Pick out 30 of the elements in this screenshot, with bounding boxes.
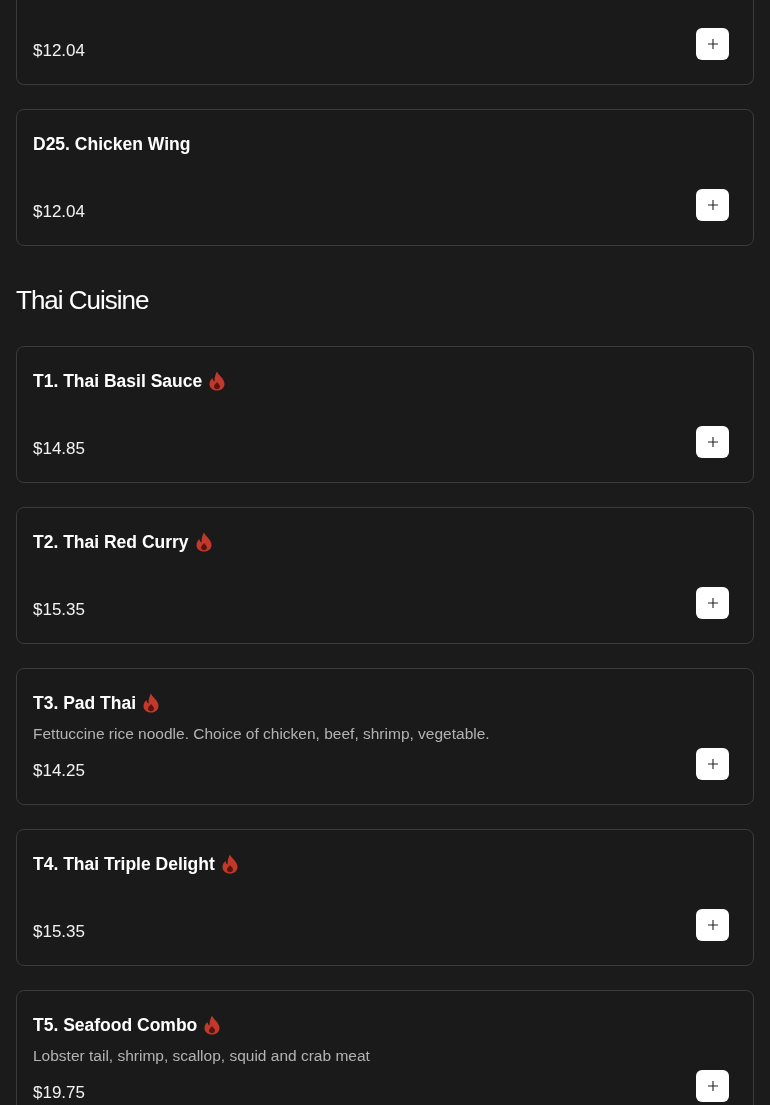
add-button[interactable] [696,909,729,941]
add-button[interactable] [696,426,729,458]
dish-name: T4. Thai Triple Delight [33,853,215,876]
dish-price: $19.75 [33,1082,85,1104]
dish-price: $15.35 [33,921,85,943]
dish-name: T3. Pad Thai [33,692,137,715]
plus-icon [707,759,718,769]
add-button[interactable] [696,587,729,619]
add-button[interactable] [696,189,729,221]
dish-name: T5. Seafood Combo [33,1014,198,1037]
dish-price: $15.35 [33,599,85,621]
plus-icon [707,920,718,930]
add-button[interactable] [696,28,729,60]
add-button[interactable] [696,1070,729,1102]
plus-icon [707,1081,718,1091]
add-button[interactable] [696,748,729,780]
dish-price: $14.25 [33,760,85,782]
plus-icon [707,200,718,210]
dish-name: T1. Thai Basil Sauce [33,370,203,393]
plus-icon [707,39,718,49]
dish-description: Fettuccine rice noodle. Choice of chicken, beef, shrimp, vegetable. [33,724,490,744]
dish-price: $14.85 [33,438,85,460]
section-heading: Thai Cuisine [16,284,149,316]
dish-description: Lobster tail, shrimp, scallop, squid and crab meat [33,1046,370,1066]
plus-icon [707,598,718,608]
dish-price: $12.04 [33,40,85,62]
dish-name: T2. Thai Red Curry [33,531,189,554]
dish-name: D25. Chicken Wing [33,133,191,156]
dish-price: $12.04 [33,201,85,223]
plus-icon [707,437,718,447]
